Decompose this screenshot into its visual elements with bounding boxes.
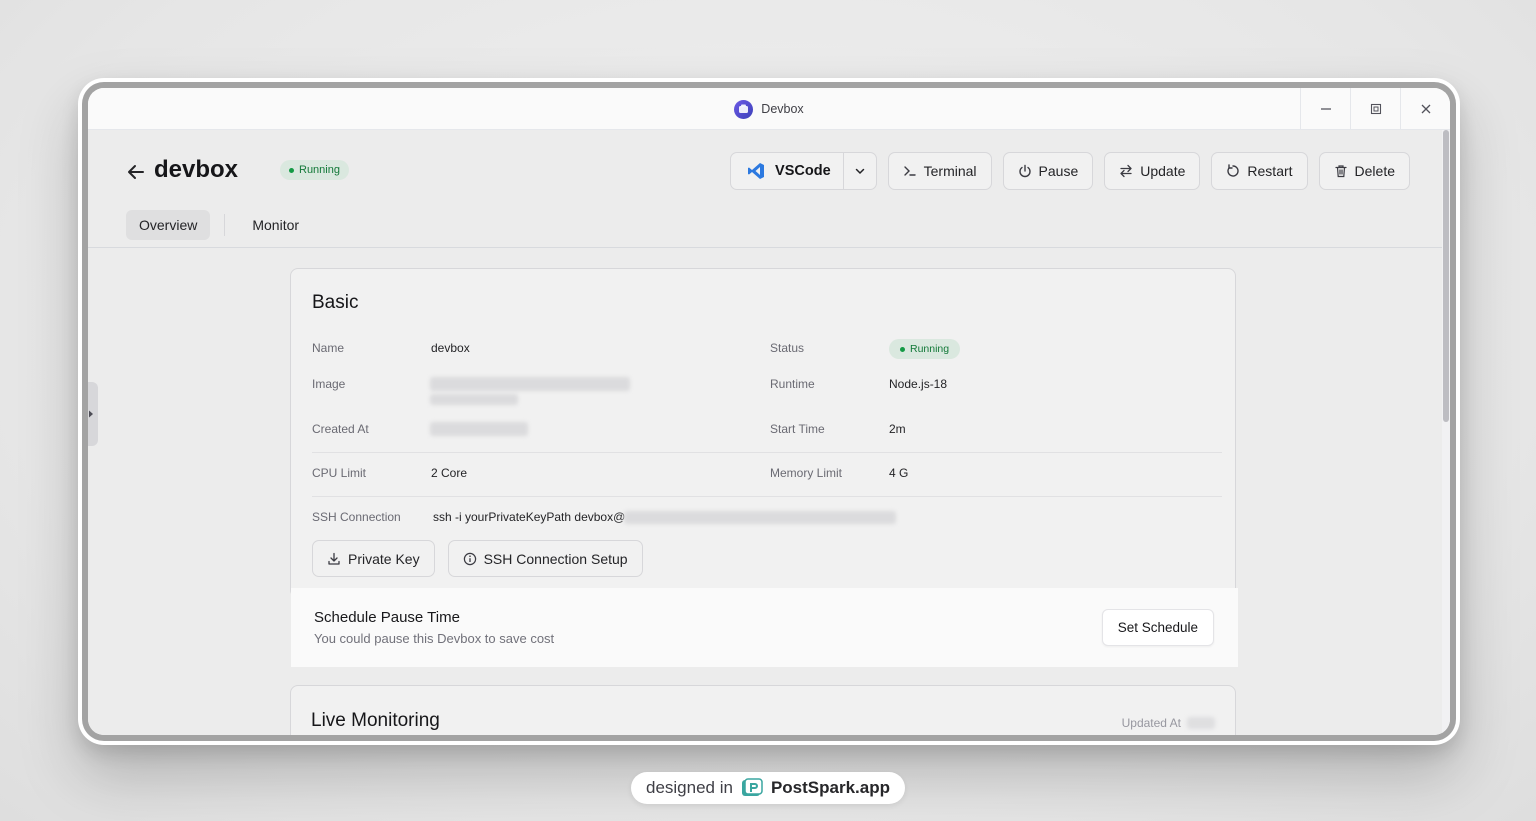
- updated-at-label: Updated At: [1121, 716, 1181, 730]
- tab-overview[interactable]: Overview: [126, 210, 211, 240]
- live-monitoring-title: Live Monitoring: [311, 710, 440, 731]
- footer-brand: PostSpark.app: [770, 778, 890, 797]
- download-icon: [328, 552, 340, 565]
- start-time-value: 2m: [889, 422, 906, 436]
- memory-limit-value: 4 G: [889, 466, 909, 480]
- ssh-connection-label: SSH Connection: [312, 510, 401, 524]
- delete-button[interactable]: Delete: [1318, 152, 1410, 190]
- minimize-button[interactable]: [1300, 88, 1350, 130]
- schedule-pause-section: Schedule Pause Time You could pause this…: [291, 588, 1238, 667]
- name-value: devbox: [431, 341, 470, 355]
- vscode-split-button: VSCode: [730, 152, 877, 190]
- postspark-badge[interactable]: designed in PostSpark.app: [631, 772, 905, 804]
- update-button-label: Update: [1140, 163, 1186, 179]
- schedule-title: Schedule Pause Time: [314, 609, 460, 626]
- info-circle-icon: [463, 552, 476, 565]
- status-dot: [289, 167, 294, 173]
- title-bar: Devbox: [88, 88, 1450, 130]
- back-arrow-icon[interactable]: [126, 162, 146, 182]
- tab-bar: Overview Monitor: [126, 210, 312, 240]
- created-at-value-redacted: [430, 422, 528, 436]
- ssh-button-group: Private Key SSH Connection Setup: [312, 540, 643, 577]
- ssh-connection-setup-button[interactable]: SSH Connection Setup: [447, 540, 643, 577]
- page-title: devbox: [154, 156, 239, 183]
- status-badge-label: Running: [299, 164, 340, 176]
- runtime-label: Runtime: [770, 377, 815, 391]
- name-label: Name: [312, 341, 345, 355]
- sidebar-toggle[interactable]: [88, 382, 98, 446]
- start-time-label: Start Time: [770, 422, 825, 436]
- image-value-redacted-line2: [430, 394, 518, 405]
- restart-icon: [1227, 164, 1240, 177]
- basic-info-card: Basic Name devbox Status Running Image R…: [290, 268, 1236, 598]
- info-row-image: Image Runtime Node.js-18: [312, 373, 1222, 407]
- schedule-subtitle: You could pause this Devbox to save cost: [314, 631, 555, 646]
- live-monitoring-card: Live Monitoring Updated At: [290, 685, 1236, 735]
- footer-prefix: designed in: [645, 778, 733, 797]
- window-title-group: Devbox: [88, 88, 1450, 130]
- image-label: Image: [312, 377, 346, 391]
- window-title: Devbox: [761, 102, 804, 116]
- restart-button[interactable]: Restart: [1211, 152, 1308, 190]
- private-key-button-label: Private Key: [348, 550, 420, 567]
- memory-limit-label: Memory Limit: [770, 466, 843, 480]
- info-row-name: Name devbox Status Running: [312, 339, 1222, 359]
- power-icon: [1018, 164, 1031, 178]
- cpu-limit-value: 2 Core: [431, 466, 468, 480]
- info-row-ssh: SSH Connection ssh -i yourPrivateKeyPath…: [312, 497, 1222, 537]
- basic-section-title: Basic: [312, 292, 359, 313]
- private-key-button[interactable]: Private Key: [312, 540, 435, 577]
- ssh-setup-button-label: SSH Connection Setup: [483, 550, 628, 567]
- update-button[interactable]: Update: [1104, 152, 1201, 190]
- status-badge: Running: [280, 160, 349, 180]
- vscode-icon: [748, 163, 765, 179]
- info-row-created: Created At Start Time 2m: [312, 415, 1222, 453]
- terminal-icon: [903, 166, 916, 176]
- caret-right-icon: [89, 410, 93, 418]
- restart-button-label: Restart: [1247, 163, 1293, 179]
- window-controls: [1300, 88, 1450, 130]
- maximize-button[interactable]: [1350, 88, 1400, 130]
- tab-monitor[interactable]: Monitor: [239, 210, 312, 240]
- restore-icon: [1370, 103, 1381, 115]
- close-button[interactable]: [1400, 88, 1450, 130]
- runtime-value: Node.js-18: [889, 377, 948, 391]
- pause-button[interactable]: Pause: [1002, 152, 1094, 190]
- postspark-logo-icon: [741, 778, 763, 796]
- trash-icon: [1334, 165, 1347, 178]
- info-row-limits: CPU Limit 2 Core Memory Limit 4 G: [312, 453, 1222, 497]
- ssh-connection-value[interactable]: ssh -i yourPrivateKeyPath devbox@: [433, 510, 625, 524]
- cpu-limit-label: CPU Limit: [312, 466, 367, 480]
- close-icon: [1421, 104, 1430, 114]
- created-at-label: Created At: [312, 422, 369, 436]
- ssh-host-redacted: [624, 511, 896, 524]
- terminal-button-label: Terminal: [923, 163, 977, 179]
- status-label: Status: [770, 341, 805, 355]
- image-value-redacted: [430, 377, 630, 391]
- swap-arrows-icon: [1120, 164, 1132, 178]
- pause-button-label: Pause: [1038, 163, 1079, 179]
- status-value: Running: [910, 343, 950, 355]
- chevron-down-icon: [855, 168, 864, 175]
- delete-button-label: Delete: [1354, 163, 1395, 179]
- action-toolbar: VSCode Terminal Pause Update Restart Del…: [730, 152, 1410, 190]
- vscode-button-label: VSCode: [775, 163, 831, 179]
- page-header: devbox Running VSCode Terminal Pause Upd…: [126, 152, 1410, 192]
- tabs-divider-line: [88, 247, 1450, 248]
- terminal-button[interactable]: Terminal: [887, 152, 992, 190]
- status-value-badge: Running: [889, 339, 961, 359]
- vscode-dropdown-button[interactable]: [844, 153, 876, 189]
- scrollbar-thumb[interactable]: [1443, 130, 1449, 422]
- set-schedule-button[interactable]: Set Schedule: [1101, 609, 1214, 646]
- status-value-dot: [900, 346, 905, 352]
- updated-at-value-redacted: [1187, 717, 1215, 729]
- vscode-button[interactable]: VSCode: [731, 153, 844, 189]
- tab-divider: [224, 214, 226, 236]
- devbox-logo-icon: [734, 99, 754, 119]
- scrollbar[interactable]: [1442, 130, 1450, 735]
- minimize-icon: [1320, 108, 1331, 110]
